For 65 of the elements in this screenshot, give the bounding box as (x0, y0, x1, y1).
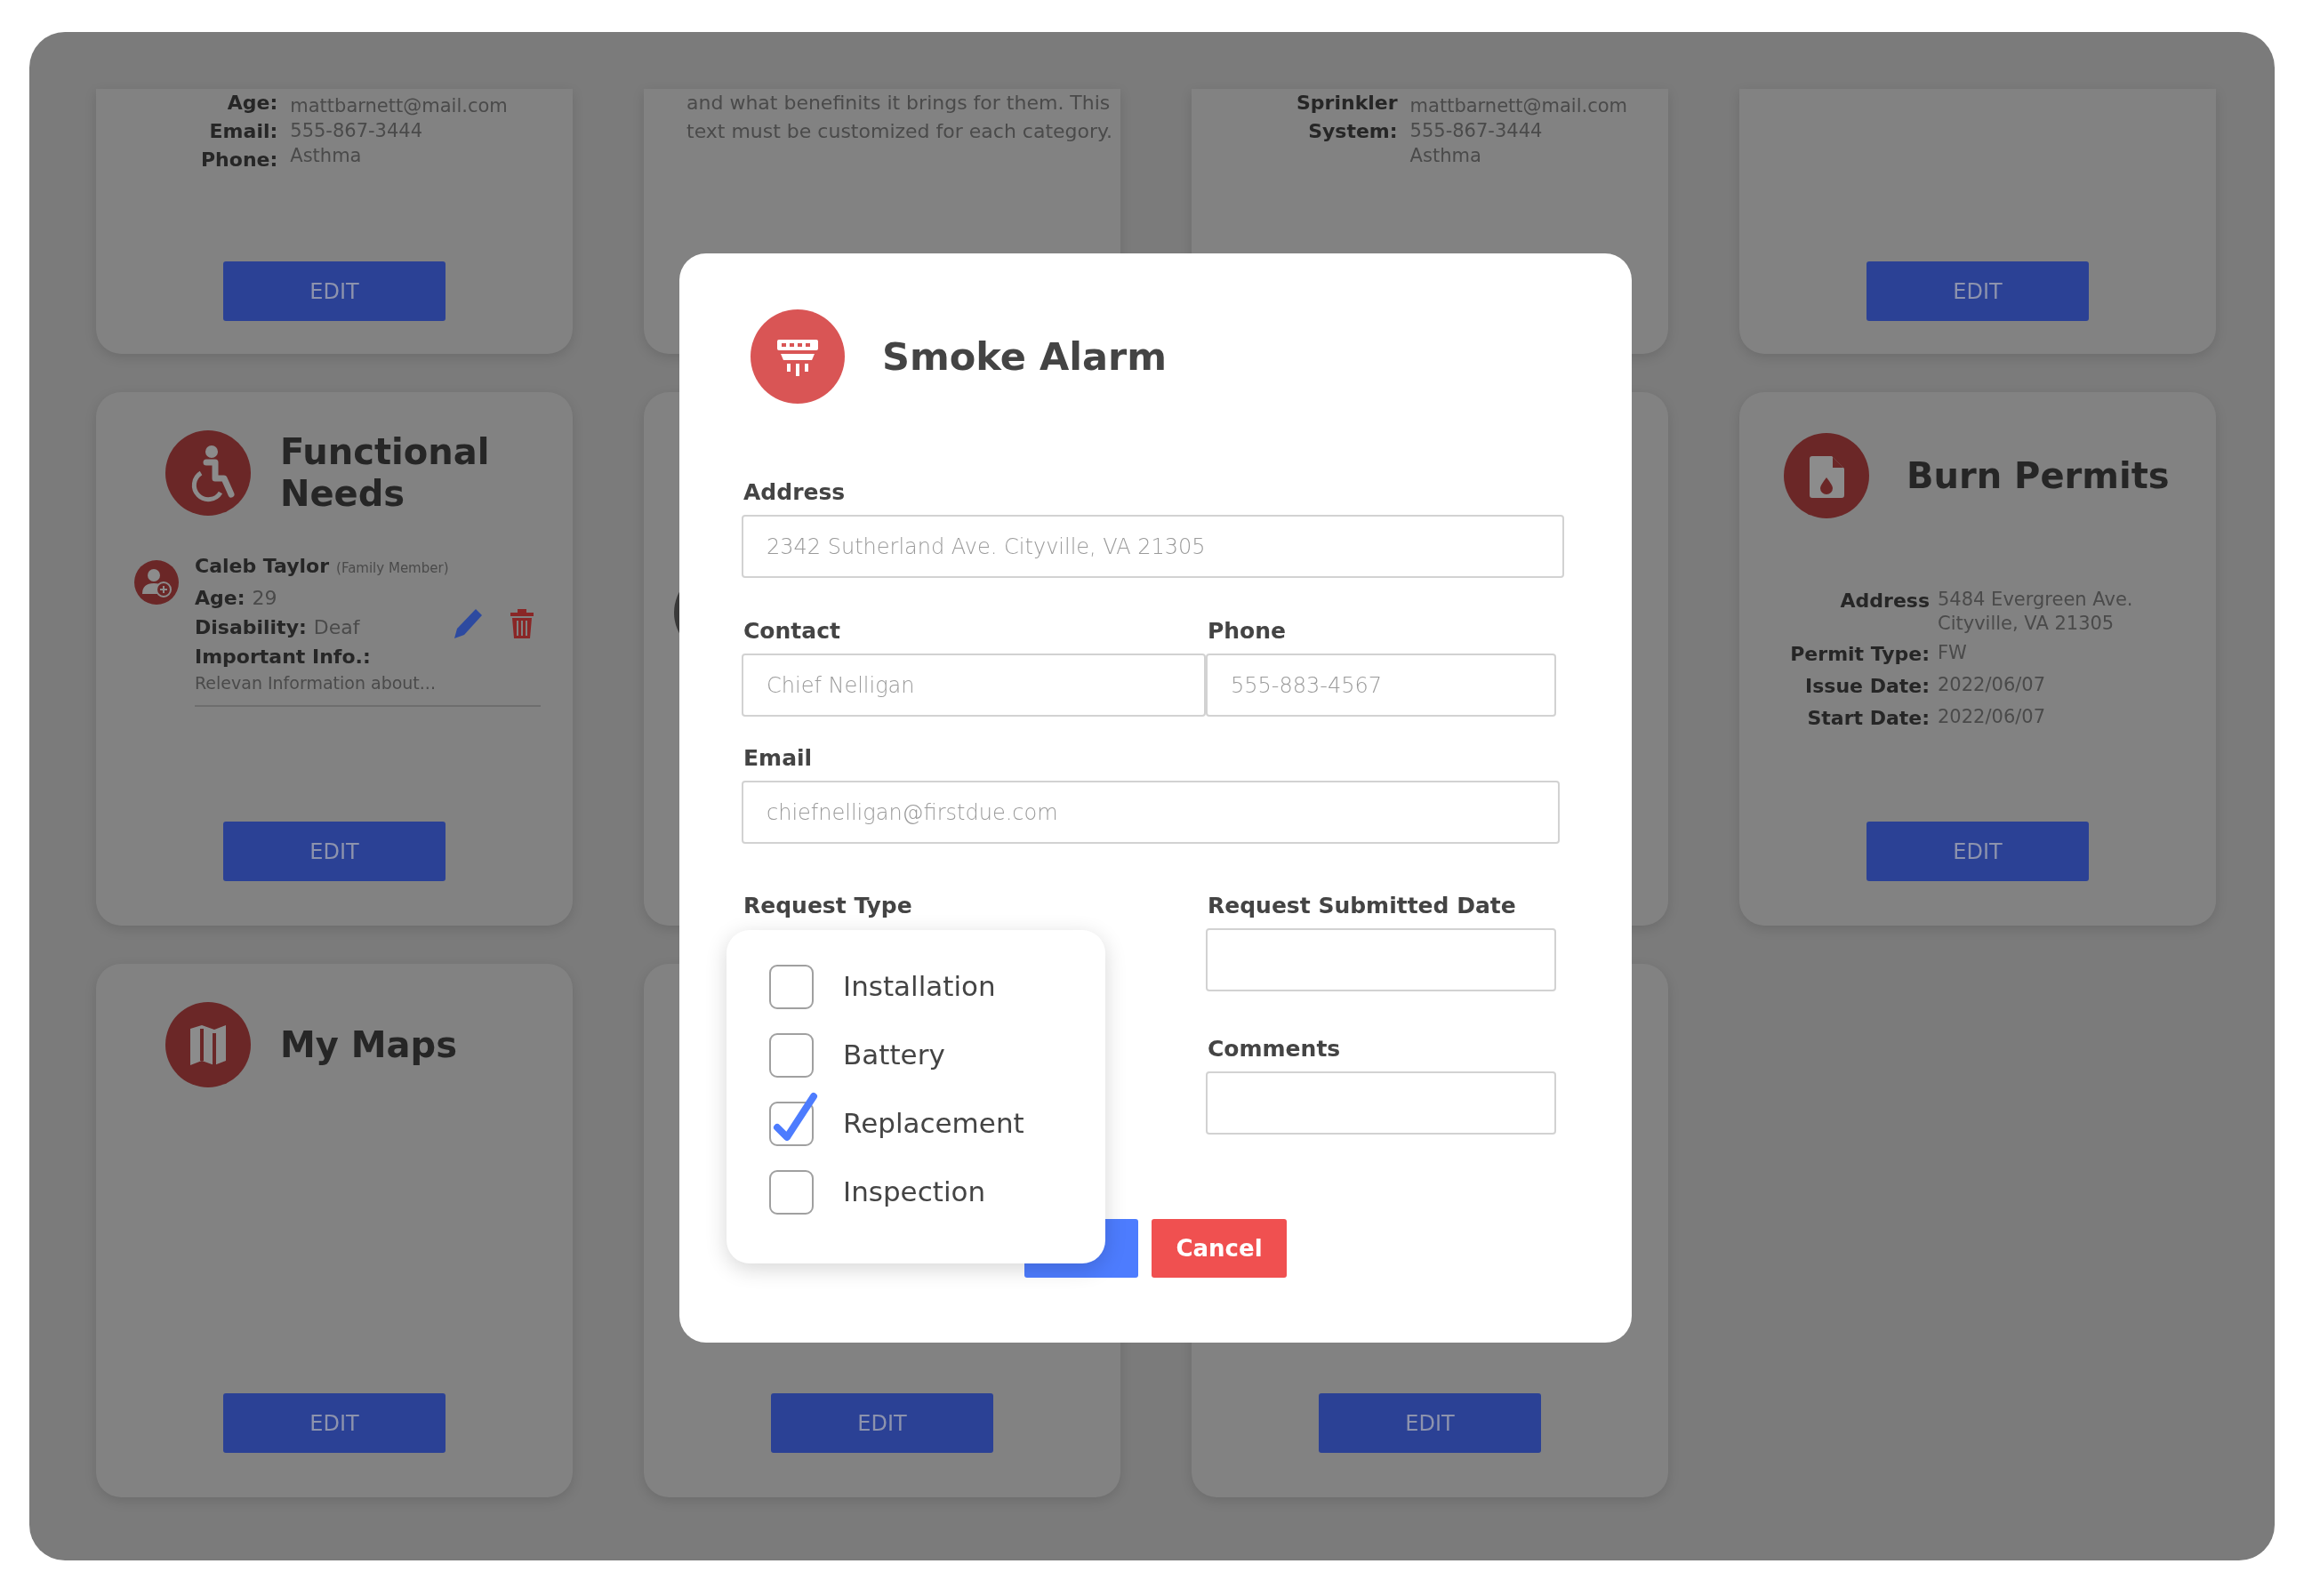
option-label[interactable]: Replacement (843, 1107, 1024, 1139)
field-label: Sprinkler (1296, 91, 1398, 116)
field-label: Email: (208, 119, 278, 144)
edit-button[interactable]: EDIT (223, 1393, 446, 1453)
field-value: 2022/06/07 (1938, 705, 2047, 729)
field-label: Phone: (201, 148, 278, 172)
field-label: Contact (743, 617, 841, 646)
contact-field[interactable]: Chief Nelligan (742, 654, 1206, 717)
field-value: FW (1938, 641, 1968, 665)
comments-field[interactable] (1206, 1071, 1556, 1135)
member-label: Important Info.: (195, 645, 371, 670)
edit-button[interactable]: EDIT (223, 261, 446, 321)
dialog-title: Smoke Alarm (882, 334, 1167, 379)
card-title: Burn Permits (1907, 454, 2170, 497)
checkbox[interactable] (769, 1090, 819, 1147)
phone-field[interactable]: 555-883-4567 (1206, 654, 1556, 717)
field-label: Phone (1208, 617, 1288, 646)
member-label: Disability: (195, 615, 307, 640)
email-field[interactable]: chiefnelligan@firstdue.com (742, 781, 1560, 844)
field-label: Start Date: (1806, 706, 1930, 731)
field-label: Age: (226, 91, 278, 116)
member-relation: (Family Member) (336, 559, 449, 578)
field-label: Address (743, 478, 847, 507)
field-value: 2022/06/07 (1938, 673, 2047, 697)
field-value: 555-867-3444 (1409, 119, 1544, 143)
field-label: Comments (1208, 1035, 1342, 1063)
map-icon (165, 1002, 251, 1087)
date-field[interactable] (1206, 928, 1556, 991)
card-title: My Maps (280, 1023, 458, 1066)
edit-button[interactable]: EDIT (1319, 1393, 1541, 1453)
field-label: Email (743, 744, 814, 773)
edit-button[interactable]: EDIT (223, 822, 446, 881)
field-value: mattbarnett@mail.com (1409, 94, 1628, 118)
address-field[interactable]: 2342 Sutherland Ave. Cityville, VA 21305 (742, 515, 1564, 578)
pencil-icon[interactable] (454, 606, 484, 639)
field-label: Address (1839, 589, 1930, 614)
member-name: Caleb Taylor (195, 554, 330, 579)
cancel-button[interactable]: Cancel (1152, 1219, 1287, 1278)
edit-button[interactable]: EDIT (771, 1393, 993, 1453)
member-info: Relevan Information about... (195, 672, 437, 694)
field-value: 555-867-3444 (290, 119, 424, 143)
wheelchair-icon (165, 430, 251, 516)
edit-button[interactable]: EDIT (1866, 261, 2089, 321)
member-value: 29 (252, 586, 277, 611)
option-label[interactable]: Installation (843, 970, 996, 1002)
file-icon (1784, 433, 1869, 518)
description-text: and what benefinits it brings for them. This text must be customized for each category. (686, 91, 1113, 144)
field-label: Request Submitted Date (1208, 892, 1517, 920)
field-value: Asthma (1409, 144, 1482, 168)
member-label: Age: (195, 586, 245, 611)
field-label: Issue Date: (1804, 674, 1930, 699)
smoke-alarm-icon (751, 309, 845, 404)
field-value: Asthma (290, 144, 363, 168)
edit-button[interactable]: EDIT (1866, 822, 2089, 881)
field-label: System: (1307, 119, 1398, 144)
option-label[interactable]: Inspection (843, 1175, 986, 1207)
member-value: Deaf (313, 615, 360, 640)
option-label[interactable]: Battery (843, 1039, 945, 1071)
field-label: Permit Type: (1789, 642, 1930, 667)
person-add-icon (134, 560, 179, 605)
field-value: 5484 Evergreen Ave. (1938, 588, 2134, 612)
field-label: Request Type (743, 892, 913, 920)
field-value: mattbarnett@mail.com (290, 94, 508, 118)
field-value: Cityville, VA 21305 (1938, 612, 2115, 636)
card-title: Functional Needs (280, 431, 491, 515)
